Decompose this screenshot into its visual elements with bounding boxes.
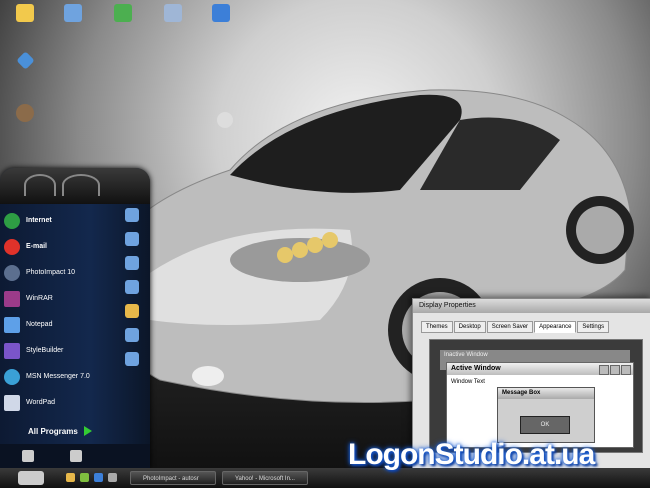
message-box-title: Message Box xyxy=(498,388,594,399)
tab-strip: Themes Desktop Screen Saver Appearance S… xyxy=(421,321,610,333)
start-menu-header xyxy=(0,168,150,204)
messenger-icon xyxy=(4,369,20,385)
browser-icon xyxy=(4,213,20,229)
start-button[interactable] xyxy=(18,471,44,485)
start-menu-item-title: E-mail xyxy=(26,243,48,250)
start-menu-item-internet[interactable]: Internet xyxy=(4,210,116,232)
log-off-icon[interactable] xyxy=(22,450,34,462)
start-menu: Internet E-mail PhotoImpact 10 WinRAR No… xyxy=(0,168,150,468)
desktop-icon-5[interactable] xyxy=(198,4,244,24)
gauge-icon xyxy=(24,174,56,196)
arrow-right-icon xyxy=(83,426,92,436)
maximize-icon xyxy=(610,365,620,375)
start-menu-item-winrar[interactable]: WinRAR xyxy=(4,288,116,310)
all-programs-label: All Programs xyxy=(28,426,78,436)
ok-button[interactable]: OK xyxy=(520,416,570,434)
tab-desktop[interactable]: Desktop xyxy=(453,321,486,333)
start-menu-item-email[interactable]: E-mail xyxy=(4,236,116,258)
start-menu-item-msn[interactable]: MSN Messenger 7.0 xyxy=(4,366,116,388)
tab-themes[interactable]: Themes xyxy=(421,321,453,333)
start-menu-item-title: WordPad xyxy=(26,399,56,406)
shutdown-icon[interactable] xyxy=(70,450,82,462)
start-menu-places xyxy=(120,208,144,376)
taskbar-button[interactable]: PhotoImpact - autosr xyxy=(130,471,216,485)
start-menu-item-notepad[interactable]: Notepad xyxy=(4,314,116,336)
taskbar-button[interactable]: Yahoo! - Microsoft In... xyxy=(222,471,308,485)
user-icon xyxy=(16,104,34,122)
control-panel-icon[interactable] xyxy=(125,304,139,318)
active-window-preview: Active Window Window Text Message Box OK xyxy=(446,362,634,448)
folder-icon xyxy=(16,4,34,22)
recycle-bin-icon xyxy=(164,4,182,22)
search-icon[interactable] xyxy=(125,328,139,342)
quick-launch-icon[interactable] xyxy=(94,473,103,482)
desktop-icon-3[interactable] xyxy=(100,4,146,24)
app-icon xyxy=(15,51,35,70)
stylebuilder-icon xyxy=(4,343,20,359)
pictures-icon[interactable] xyxy=(125,232,139,246)
start-menu-item-photoimpact[interactable]: PhotoImpact 10 xyxy=(4,262,116,284)
quick-launch-icon[interactable] xyxy=(66,473,75,482)
start-menu-item-stylebuilder[interactable]: StyleBuilder xyxy=(4,340,116,362)
start-menu-item-title: Internet xyxy=(26,217,52,224)
start-menu-item-title: PhotoImpact 10 xyxy=(26,269,76,276)
start-menu-item-title: Notepad xyxy=(26,321,53,328)
start-menu-item-title: StyleBuilder xyxy=(26,347,64,354)
notepad-icon xyxy=(4,317,20,333)
minimize-icon xyxy=(599,365,609,375)
wordpad-icon xyxy=(4,395,20,411)
start-menu-list: Internet E-mail PhotoImpact 10 WinRAR No… xyxy=(4,210,116,418)
desktop-icon-2[interactable] xyxy=(50,4,96,24)
help-icon[interactable] xyxy=(125,352,139,366)
desktop-icon-7[interactable] xyxy=(2,104,48,124)
close-icon xyxy=(621,365,631,375)
start-menu-item-title: WinRAR xyxy=(26,295,53,302)
window-text: Window Text xyxy=(451,379,485,385)
start-menu-item-title: MSN Messenger 7.0 xyxy=(26,373,90,380)
all-programs-button[interactable]: All Programs xyxy=(28,426,92,436)
start-menu-footer xyxy=(0,444,150,468)
computer-icon[interactable] xyxy=(125,280,139,294)
quick-launch-icon[interactable] xyxy=(108,473,117,482)
desktop-icon-4[interactable] xyxy=(150,4,196,24)
tab-appearance[interactable]: Appearance xyxy=(534,321,577,333)
photo-app-icon xyxy=(4,265,20,281)
desktop-icon-1[interactable] xyxy=(2,4,48,24)
watermark: LogonStudio.at.ua xyxy=(348,438,595,471)
tab-screen-saver[interactable]: Screen Saver xyxy=(486,321,534,333)
window-title: Display Properties xyxy=(413,299,650,313)
documents-icon[interactable] xyxy=(125,208,139,222)
archive-icon xyxy=(4,291,20,307)
desktop-icon-6[interactable] xyxy=(2,51,48,70)
appearance-preview: Inactive Window Active Window Window Tex… xyxy=(429,339,643,453)
tab-settings[interactable]: Settings xyxy=(577,321,610,333)
music-icon[interactable] xyxy=(125,256,139,270)
computer-icon xyxy=(64,4,82,22)
gauge-icon xyxy=(62,174,100,196)
email-icon xyxy=(4,239,20,255)
quick-launch-icon[interactable] xyxy=(80,473,89,482)
message-box-preview: Message Box OK xyxy=(497,387,595,443)
folder-icon xyxy=(212,4,230,22)
network-icon xyxy=(114,4,132,22)
start-menu-item-wordpad[interactable]: WordPad xyxy=(4,392,116,414)
